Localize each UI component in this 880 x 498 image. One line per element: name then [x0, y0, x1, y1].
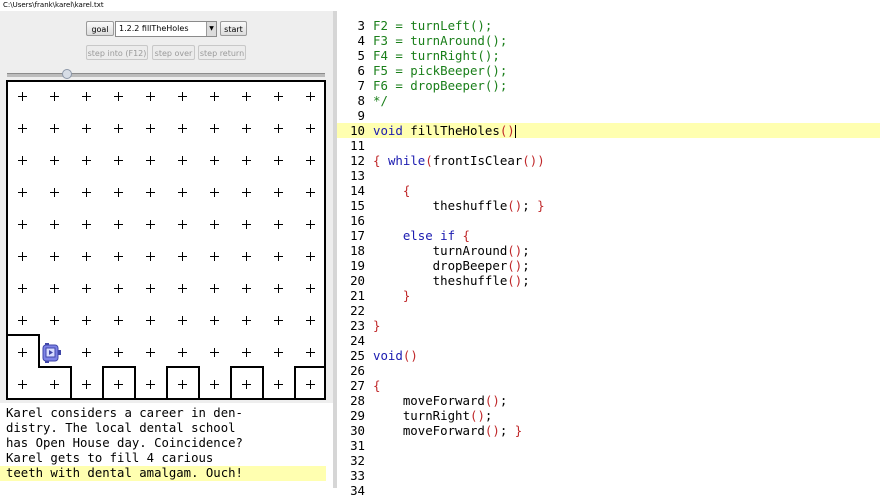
line-number: 25	[350, 348, 365, 363]
code-line[interactable]: 5 F4 = turnRight();	[337, 48, 880, 63]
code-line[interactable]: 15 theshuffle(); }	[337, 198, 880, 213]
code-text[interactable]: moveForward();	[373, 393, 507, 408]
code-text[interactable]: void()	[373, 348, 418, 363]
line-number: 22	[350, 303, 365, 318]
code-line[interactable]: 27 {	[337, 378, 880, 393]
code-text[interactable]: void fillTheHoles()	[373, 123, 516, 138]
code-line[interactable]: 14 {	[337, 183, 880, 198]
code-line[interactable]: 28 moveForward();	[337, 393, 880, 408]
line-number: 27	[350, 378, 365, 393]
line-number: 28	[350, 393, 365, 408]
code-text[interactable]: }	[373, 288, 410, 303]
line-number: 10	[350, 123, 365, 138]
story-panel: Karel considers a career in den- distry.…	[0, 403, 333, 488]
code-line[interactable]: 19 dropBeeper();	[337, 258, 880, 273]
code-text[interactable]: theshuffle(); }	[373, 198, 545, 213]
code-line[interactable]: 29 turnRight();	[337, 408, 880, 423]
story-line: distry. The local dental school	[6, 421, 236, 435]
story-line: Karel gets to fill 4 carious	[6, 451, 214, 465]
karel-robot-icon	[42, 343, 61, 363]
code-editor[interactable]: 3 F2 = turnLeft(); 4 F3 = turnAround(); 5 F4 …	[337, 11, 880, 498]
line-number: 21	[350, 288, 365, 303]
line-number: 17	[350, 228, 365, 243]
code-line[interactable]: 33	[337, 468, 880, 483]
line-number: 31	[350, 438, 365, 453]
code-text[interactable]: { while(frontIsClear())	[373, 153, 545, 168]
code-line[interactable]: 13	[337, 168, 880, 183]
line-number: 5	[357, 48, 365, 63]
line-number: 23	[350, 318, 365, 333]
line-number: 7	[357, 78, 365, 93]
code-text[interactable]: F2 = turnLeft();	[373, 18, 492, 33]
line-number: 16	[350, 213, 365, 228]
code-text[interactable]: dropBeeper();	[373, 258, 530, 273]
code-line[interactable]: 26	[337, 363, 880, 378]
line-number: 9	[357, 108, 365, 123]
code-line[interactable]: 16	[337, 213, 880, 228]
code-text[interactable]: {	[373, 183, 410, 198]
story-line: has Open House day. Coincidence?	[6, 436, 243, 450]
line-number: 13	[350, 168, 365, 183]
line-number: 18	[350, 243, 365, 258]
line-number: 33	[350, 468, 365, 483]
code-text[interactable]: F6 = dropBeeper();	[373, 78, 507, 93]
code-text[interactable]: turnRight();	[373, 408, 493, 423]
code-line[interactable]: 17 else if {	[337, 228, 880, 243]
code-line[interactable]: 9	[337, 108, 880, 123]
code-text[interactable]: F3 = turnAround();	[373, 33, 507, 48]
code-line[interactable]: 10 void fillTheHoles()	[337, 123, 880, 138]
line-number: 29	[350, 408, 365, 423]
line-number: 24	[350, 333, 365, 348]
line-number: 3	[357, 18, 365, 33]
story-line: Karel considers a career in den-	[6, 406, 243, 420]
line-number: 14	[350, 183, 365, 198]
line-number: 34	[350, 483, 365, 498]
code-text[interactable]: F4 = turnRight();	[373, 48, 500, 63]
line-number: 32	[350, 453, 365, 468]
code-line[interactable]: 24	[337, 333, 880, 348]
code-line[interactable]: 11	[337, 138, 880, 153]
code-line[interactable]: 7 F6 = dropBeeper();	[337, 78, 880, 93]
code-line[interactable]: 6 F5 = pickBeeper();	[337, 63, 880, 78]
code-text[interactable]: */	[373, 93, 388, 108]
code-line[interactable]: 30 moveForward(); }	[337, 423, 880, 438]
code-line[interactable]: 3 F2 = turnLeft();	[337, 18, 880, 33]
code-line[interactable]: 12 { while(frontIsClear())	[337, 153, 880, 168]
line-number: 4	[357, 33, 365, 48]
code-text[interactable]: else if {	[373, 228, 470, 243]
code-text[interactable]: moveForward(); }	[373, 423, 522, 438]
line-number: 26	[350, 363, 365, 378]
code-line[interactable]: 23}	[337, 318, 880, 333]
code-line[interactable]: 25 void()	[337, 348, 880, 363]
code-line[interactable]: 22	[337, 303, 880, 318]
code-line[interactable]: 8 */	[337, 93, 880, 108]
code-line[interactable]: 18 turnAround();	[337, 243, 880, 258]
line-number: 8	[357, 93, 365, 108]
code-line[interactable]: 31	[337, 438, 880, 453]
code-line[interactable]: 32	[337, 453, 880, 468]
line-number: 30	[350, 423, 365, 438]
line-number: 11	[350, 138, 365, 153]
line-number: 20	[350, 273, 365, 288]
code-text[interactable]: {	[373, 378, 380, 393]
code-line[interactable]: 20 theshuffle();	[337, 273, 880, 288]
code-text[interactable]: }	[373, 318, 380, 333]
code-line[interactable]: 21 }	[337, 288, 880, 303]
code-text[interactable]: turnAround();	[373, 243, 530, 258]
story-line-highlighted: teeth with dental amalgam. Ouch!	[0, 466, 326, 481]
line-number: 15	[350, 198, 365, 213]
code-text[interactable]: F5 = pickBeeper();	[373, 63, 507, 78]
line-number: 6	[357, 63, 365, 78]
code-line[interactable]: 4 F3 = turnAround();	[337, 33, 880, 48]
code-text[interactable]: theshuffle();	[373, 273, 530, 288]
line-number: 19	[350, 258, 365, 273]
line-number: 12	[350, 153, 365, 168]
code-line[interactable]: 34	[337, 483, 880, 498]
